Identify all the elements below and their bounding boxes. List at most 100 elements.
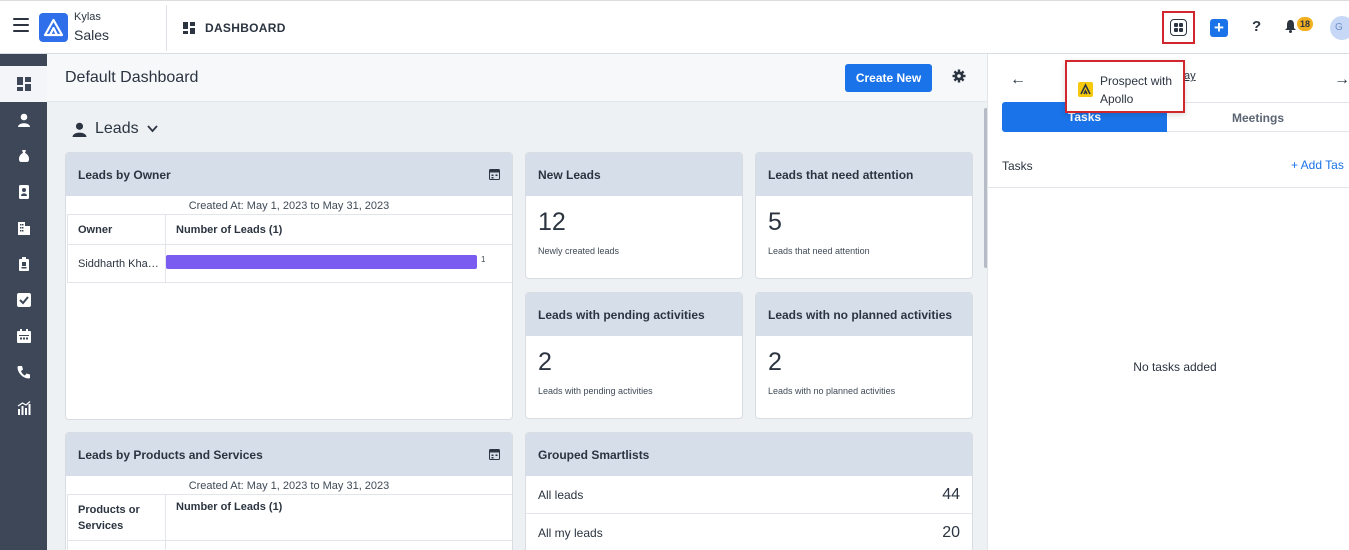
card-title: Leads by Products and Services [78,447,263,462]
page-section-title: DASHBOARD [205,21,286,35]
smartlist-row[interactable]: All my leads 20 [526,514,972,550]
stat-card-new-leads[interactable]: New Leads 12 Newly created leads [525,152,743,279]
leads-by-products-card: Leads by Products and Services Created A… [65,432,513,550]
phone-icon [17,366,30,379]
apollo-popup-label: Prospect with Apollo [1100,74,1173,106]
gear-icon[interactable] [952,69,966,83]
help-icon[interactable]: ? [1252,18,1261,35]
sidebar-item-meetings[interactable] [0,318,47,354]
notification-badge: 18 [1297,17,1313,31]
table-cell [68,541,166,550]
menu-hamburger-icon[interactable] [13,18,29,32]
card-title: Leads with no planned activities [756,293,972,336]
empty-state-text: No tasks added [1133,360,1217,374]
card-header: Leads by Products and Services [66,433,512,476]
sidebar-item-dashboard[interactable] [0,66,47,102]
dashboard-header: Default Dashboard Create New [47,54,987,102]
divider [166,5,167,51]
calendar-icon[interactable] [489,168,500,180]
stat-value: 2 [538,348,552,376]
card-title: New Leads [526,153,742,196]
sidebar-item-companies[interactable] [0,210,47,246]
checkbox-icon [16,293,31,307]
dashboard-icon [183,22,195,34]
sidebar-item-products[interactable] [0,246,47,282]
stat-subtitle: Leads that need attention [768,246,870,256]
apps-grid-button[interactable] [1162,11,1195,44]
apollo-logo-icon [1078,82,1093,97]
owner-name: Siddharth Kha… [68,245,166,282]
contact-card-icon [18,185,29,199]
activity-panel: ← ay → Tasks Meetings Tasks + Add Tas No… [987,54,1349,550]
clipboard-icon [18,257,29,271]
quick-add-button[interactable]: + [1210,19,1228,37]
smartlist-row[interactable]: All leads 44 [526,476,972,514]
column-header: Number of Leads (1) [176,501,283,513]
stat-card-pending-activities[interactable]: Leads with pending activities 2 Leads wi… [525,292,743,419]
create-new-button[interactable]: Create New [845,64,932,92]
stat-value: 12 [538,208,566,236]
apps-grid-icon [1170,19,1187,36]
entity-selector[interactable]: Leads [72,120,158,138]
top-bar: Kylas Sales DASHBOARD + ? 18 G [0,0,1349,54]
grouped-smartlists-card: Grouped Smartlists All leads 44 All my l… [525,432,973,550]
sidebar-item-calls[interactable] [0,354,47,390]
user-icon [72,122,87,137]
card-title: Grouped Smartlists [526,433,972,476]
smartlist-count: 20 [942,523,960,541]
panel-heading-link[interactable]: ay [1184,70,1196,82]
tab-meetings[interactable]: Meetings [1167,102,1349,132]
products-table: Products or Services Number of Leads (1) [67,494,512,550]
entity-selector-label: Leads [95,120,139,137]
dashboard-icon [16,77,31,91]
card-title: Leads that need attention [756,153,972,196]
arrow-right-icon[interactable]: → [1334,71,1349,89]
add-task-button[interactable]: + Add Tas [1291,158,1344,172]
card-title: Leads by Owner [78,167,171,182]
arrow-left-icon[interactable]: ← [1010,71,1026,89]
column-header: Number of Leads (1) [176,223,283,236]
user-icon [17,113,30,127]
calendar-icon [16,329,31,343]
money-bag-icon [18,150,29,162]
bar-cell: 1 [166,245,512,282]
date-range-label: Created At: May 1, 2023 to May 31, 2023 [188,480,390,492]
stat-value: 2 [768,348,782,376]
smartlist-label: All leads [538,487,584,502]
building-icon [17,222,30,235]
sidebar-item-contacts[interactable] [0,174,47,210]
leads-by-owner-card: Leads by Owner Created At: May 1, 2023 t… [65,152,513,420]
stat-subtitle: Newly created leads [538,246,620,256]
lead-count-bar[interactable] [166,255,477,269]
column-header: Products or Services [68,495,166,540]
stat-value: 5 [768,208,782,236]
bell-icon[interactable] [1284,19,1297,33]
card-header: Leads by Owner [66,153,512,196]
sidebar-item-reports[interactable] [0,390,47,426]
divider [988,187,1349,188]
stat-subtitle: Leads with no planned activities [768,386,896,396]
sidebar-item-tasks[interactable] [0,282,47,318]
table-cell [166,541,512,550]
date-range-label: Created At: May 1, 2023 to May 31, 2023 [188,200,390,212]
stat-card-need-attention[interactable]: Leads that need attention 5 Leads that n… [755,152,973,279]
sidebar-item-deals[interactable] [0,138,47,174]
avatar[interactable]: G [1330,16,1349,40]
brand-name: Kylas [74,11,101,23]
chevron-down-icon [146,125,158,133]
owner-table: Owner Number of Leads (1) Siddharth Kha…… [67,214,512,283]
table-row[interactable]: Siddharth Kha… 1 [68,245,512,282]
main-content: Default Dashboard Create New Leads Leads… [47,54,987,550]
page-title: Default Dashboard [65,69,199,86]
apollo-popup[interactable]: Prospect with Apollo [1065,60,1185,113]
stat-card-no-planned-activities[interactable]: Leads with no planned activities 2 Leads… [755,292,973,419]
tasks-heading: Tasks [1002,159,1033,173]
report-chart-icon [17,401,30,415]
calendar-icon[interactable] [489,448,500,460]
brand-product: Sales [74,27,110,43]
table-row [68,541,512,550]
kylas-logo[interactable] [39,13,68,42]
stat-subtitle: Leads with pending activities [538,386,653,396]
sidebar-item-leads[interactable] [0,102,47,138]
table-header-row: Owner Number of Leads (1) [68,215,512,245]
